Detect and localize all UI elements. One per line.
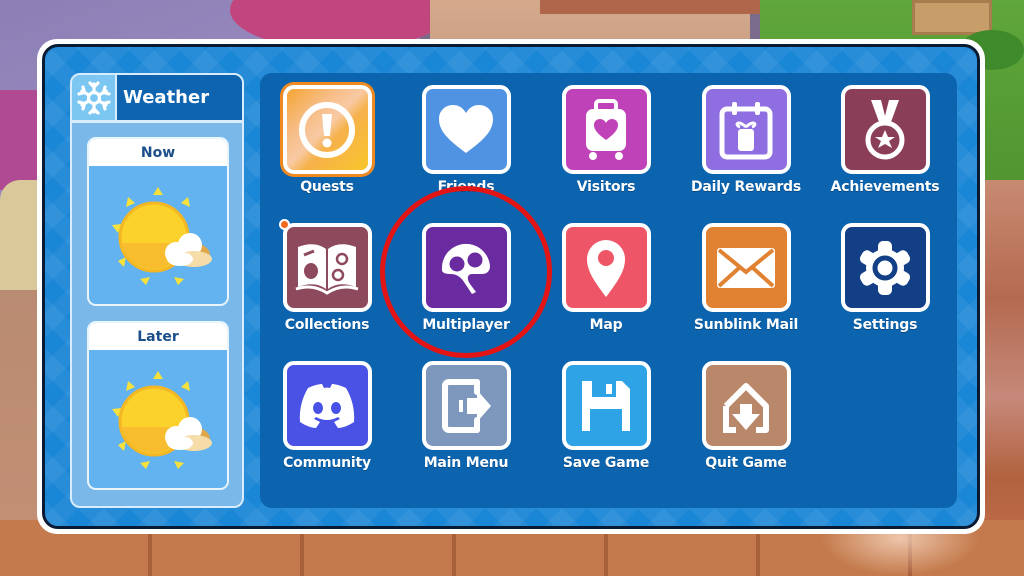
weather-title: Weather <box>117 75 242 120</box>
menu-item-label: Collections <box>284 317 370 333</box>
menu-item-label: Daily Rewards <box>691 179 801 195</box>
menu-item-quit-game[interactable]: Quit Game <box>681 361 811 481</box>
menu-item-quests[interactable]: Quests <box>262 85 392 205</box>
menu-grid-panel: Quests Friends Visitors Daily Rewards Ac… <box>260 73 957 508</box>
menu-item-label: Main Menu <box>423 455 509 471</box>
sun-cloud-icon <box>112 371 212 469</box>
calendar-gift-icon <box>701 85 791 174</box>
suitcase-heart-icon <box>561 85 651 174</box>
floppy-disk-icon <box>561 361 651 450</box>
menu-item-collections[interactable]: Collections <box>262 219 392 343</box>
menu-item-label: Sunblink Mail <box>693 317 799 333</box>
weather-card-later: Later <box>87 321 229 490</box>
menu-item-label: Save Game <box>562 455 650 471</box>
menu-item-map[interactable]: Map <box>541 223 671 343</box>
envelope-icon <box>701 223 791 312</box>
weather-card-label: Now <box>89 139 227 166</box>
quest-exclamation-icon <box>282 85 372 174</box>
discord-icon <box>282 361 372 450</box>
map-pin-icon <box>561 223 651 312</box>
heart-icon <box>421 85 511 174</box>
menu-item-label: Achievements <box>830 179 940 195</box>
menu-item-save-game[interactable]: Save Game <box>541 361 671 481</box>
menu-item-friends[interactable]: Friends <box>401 85 531 205</box>
exit-arrow-icon <box>421 361 511 450</box>
sun-cloud-icon <box>112 187 212 285</box>
weather-card-label: Later <box>89 323 227 350</box>
home-down-icon <box>701 361 791 450</box>
menu-item-label: Map <box>589 317 623 333</box>
menu-item-main-menu[interactable]: Main Menu <box>401 361 531 481</box>
menu-item-sunblink-mail[interactable]: Sunblink Mail <box>681 223 811 343</box>
weather-panel: Weather Now Later <box>70 73 244 508</box>
background-scenery <box>0 90 40 190</box>
menu-item-label: Settings <box>852 317 918 333</box>
weather-card-now: Now <box>87 137 229 306</box>
medal-star-icon <box>840 85 930 174</box>
menu-item-label: Visitors <box>576 179 636 195</box>
notification-dot <box>278 219 290 230</box>
menu-item-achievements[interactable]: Achievements <box>820 85 950 205</box>
background-crate <box>912 0 992 35</box>
menu-item-daily-rewards[interactable]: Daily Rewards <box>681 85 811 205</box>
menu-item-community[interactable]: Community <box>262 361 392 481</box>
menu-item-label: Quit Game <box>705 455 787 471</box>
menu-item-visitors[interactable]: Visitors <box>541 85 671 205</box>
pause-menu-frame: Weather Now Later Quests Friends Visitor… <box>37 39 985 534</box>
multiplayer-icon <box>421 223 511 312</box>
snowflake-icon <box>72 75 117 120</box>
open-book-icon <box>278 219 372 312</box>
menu-item-label: Friends <box>437 179 495 195</box>
menu-item-label: Community <box>283 455 371 471</box>
pause-menu: Weather Now Later Quests Friends Visitor… <box>42 44 980 529</box>
gear-icon <box>840 223 930 312</box>
menu-item-settings[interactable]: Settings <box>820 223 950 343</box>
weather-header: Weather <box>72 75 242 123</box>
menu-item-label: Multiplayer <box>422 317 510 333</box>
menu-item-multiplayer[interactable]: Multiplayer <box>401 223 531 343</box>
menu-item-label: Quests <box>300 179 354 195</box>
background-scenery <box>540 0 760 14</box>
